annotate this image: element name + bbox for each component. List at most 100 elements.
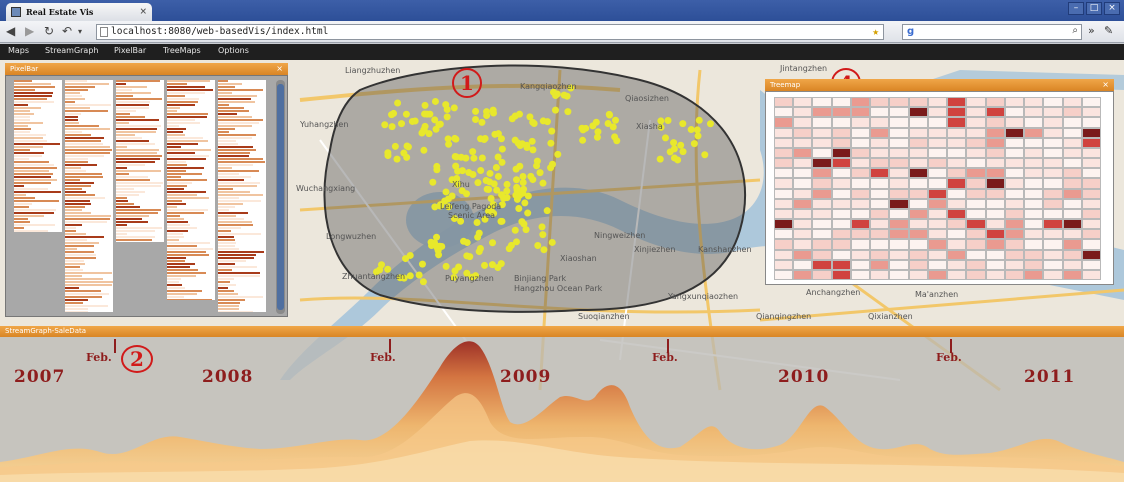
property-marker[interactable] [455,263,463,271]
treemap-cell[interactable] [831,249,851,260]
treemap-cell[interactable] [927,229,948,240]
property-marker[interactable] [472,115,480,123]
treemap-cell[interactable] [1043,269,1063,280]
treemap-cell[interactable] [947,147,967,158]
treemap-cell[interactable] [850,147,871,158]
property-marker[interactable] [547,164,555,172]
treemap-cell[interactable] [1004,198,1025,209]
property-marker[interactable] [452,162,460,170]
property-marker[interactable] [529,146,537,154]
treemap-cell[interactable] [966,137,986,148]
treemap-cell[interactable] [908,239,928,250]
treemap-cell[interactable] [985,198,1005,209]
treemap-cell[interactable] [850,178,871,189]
treemap-cell[interactable] [774,107,794,118]
treemap-cell[interactable] [812,249,832,260]
treemap-cell[interactable] [1062,259,1082,270]
treemap-cell[interactable] [889,117,909,128]
treemap-cell[interactable] [831,188,851,199]
property-marker[interactable] [579,126,587,134]
treemap-cell[interactable] [870,127,890,138]
property-marker[interactable] [503,194,511,202]
property-marker[interactable] [593,133,601,141]
treemap-cell[interactable] [927,137,948,148]
treemap-cell[interactable] [889,239,909,250]
property-marker[interactable] [492,163,500,171]
property-marker[interactable] [433,233,441,241]
treemap-cell[interactable] [831,137,851,148]
treemap-cell[interactable] [908,147,928,158]
treemap-cell[interactable] [1062,137,1082,148]
property-marker[interactable] [483,111,491,119]
property-marker[interactable] [539,117,547,125]
treemap-cell[interactable] [1062,198,1082,209]
property-marker[interactable] [527,172,535,180]
treemap-cell[interactable] [1024,198,1044,209]
treemap-cell[interactable] [1081,127,1101,138]
treemap-cell[interactable] [908,229,928,240]
treemap-cell[interactable] [850,259,871,270]
treemap-cell[interactable] [1024,137,1044,148]
property-marker[interactable] [490,180,498,188]
property-marker[interactable] [431,116,439,124]
treemap-cell[interactable] [812,188,832,199]
treemap-cell[interactable] [870,219,890,230]
property-marker[interactable] [533,157,541,165]
treemap-cell[interactable] [1062,229,1082,240]
treemap-cell[interactable] [985,158,1005,169]
treemap-cell[interactable] [966,158,986,169]
treemap-cell[interactable] [947,117,967,128]
treemap-cell[interactable] [1024,269,1044,280]
treemap-cell[interactable] [812,198,832,209]
treemap-cell[interactable] [1024,208,1044,219]
treemap-cell[interactable] [1043,158,1063,169]
treemap-cell[interactable] [1024,117,1044,128]
property-marker[interactable] [394,99,402,107]
reload-icon[interactable]: ↻ [44,24,54,38]
treemap-cell[interactable] [966,219,986,230]
treemap-cell[interactable] [927,127,948,138]
treemap-cell[interactable] [1062,117,1082,128]
property-marker[interactable] [497,135,505,143]
treemap-cell[interactable] [908,137,928,148]
dropdown-chevron-icon[interactable]: ▾ [78,27,82,36]
treemap-cell[interactable] [793,137,813,148]
treemap-cell[interactable] [947,249,967,260]
property-marker[interactable] [488,261,496,269]
treemap-cell[interactable] [793,249,813,260]
treemap-cell[interactable] [850,127,871,138]
treemap-cell[interactable] [870,269,890,280]
treemap-cell[interactable] [985,178,1005,189]
treemap-cell[interactable] [908,107,928,118]
property-marker[interactable] [442,188,450,196]
property-marker[interactable] [706,120,714,128]
property-marker[interactable] [516,142,524,150]
property-marker[interactable] [670,139,678,147]
property-marker[interactable] [548,238,556,246]
treemap-cell[interactable] [831,147,851,158]
treemap-cell[interactable] [1043,259,1063,270]
property-marker[interactable] [511,112,519,120]
treemap-cell[interactable] [870,107,890,118]
treemap-cell[interactable] [927,239,948,250]
treemap-cell[interactable] [947,188,967,199]
tab-close-icon[interactable]: × [139,3,147,21]
treemap-cell[interactable] [793,158,813,169]
property-marker[interactable] [408,117,416,125]
treemap-cell[interactable] [889,188,909,199]
property-marker[interactable] [388,123,396,131]
treemap-cell[interactable] [793,107,813,118]
property-marker[interactable] [538,223,546,231]
treemap-cell[interactable] [831,259,851,270]
treemap-cell[interactable] [1081,107,1101,118]
property-marker[interactable] [606,111,614,119]
property-marker[interactable] [670,145,678,153]
treemap-cell[interactable] [831,208,851,219]
treemap-cell[interactable] [850,208,871,219]
treemap-cell[interactable] [1081,239,1101,250]
treemap-cell[interactable] [774,259,794,270]
treemap-cell[interactable] [908,269,928,280]
treemap-cell[interactable] [1043,239,1063,250]
property-marker[interactable] [478,154,486,162]
treemap-cell[interactable] [985,97,1005,108]
